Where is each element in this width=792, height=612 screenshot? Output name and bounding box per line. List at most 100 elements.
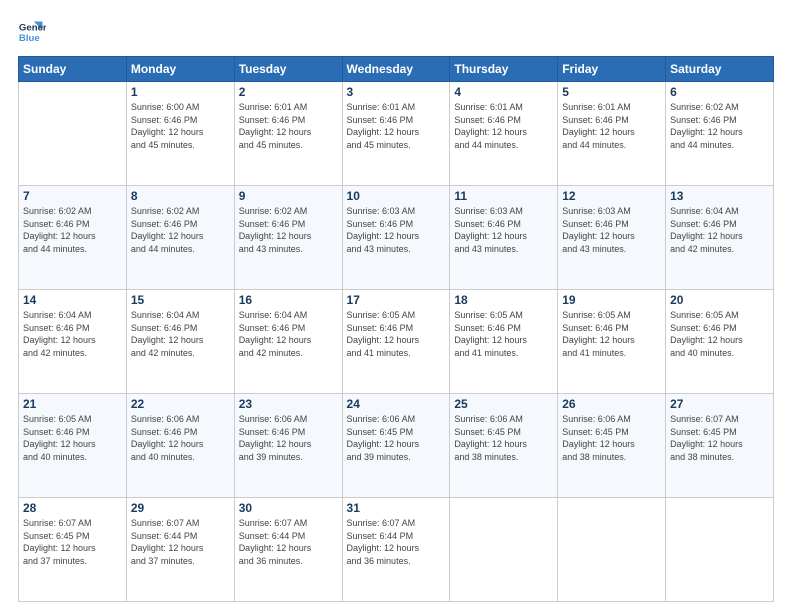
calendar-cell: 28 Sunrise: 6:07 AM Sunset: 6:45 PM Dayli… [19,498,127,602]
day-info: Sunrise: 6:04 AM Sunset: 6:46 PM Dayligh… [131,309,230,359]
day-header-thursday: Thursday [450,57,558,82]
day-info: Sunrise: 6:02 AM Sunset: 6:46 PM Dayligh… [670,101,769,151]
calendar-cell: 2 Sunrise: 6:01 AM Sunset: 6:46 PM Daylig… [234,82,342,186]
day-info: Sunrise: 6:03 AM Sunset: 6:46 PM Dayligh… [347,205,446,255]
calendar-cell: 23 Sunrise: 6:06 AM Sunset: 6:46 PM Dayli… [234,394,342,498]
svg-text:Blue: Blue [19,33,40,44]
day-number: 19 [562,293,661,307]
day-number: 15 [131,293,230,307]
day-number: 5 [562,85,661,99]
day-info: Sunrise: 6:01 AM Sunset: 6:46 PM Dayligh… [454,101,553,151]
day-info: Sunrise: 6:03 AM Sunset: 6:46 PM Dayligh… [454,205,553,255]
day-header-sunday: Sunday [19,57,127,82]
calendar-cell: 18 Sunrise: 6:05 AM Sunset: 6:46 PM Dayli… [450,290,558,394]
calendar-cell: 12 Sunrise: 6:03 AM Sunset: 6:46 PM Dayli… [558,186,666,290]
day-number: 21 [23,397,122,411]
day-header-tuesday: Tuesday [234,57,342,82]
week-row-2: 7 Sunrise: 6:02 AM Sunset: 6:46 PM Daylig… [19,186,774,290]
day-info: Sunrise: 6:07 AM Sunset: 6:44 PM Dayligh… [239,517,338,567]
day-info: Sunrise: 6:04 AM Sunset: 6:46 PM Dayligh… [23,309,122,359]
day-info: Sunrise: 6:07 AM Sunset: 6:44 PM Dayligh… [347,517,446,567]
calendar-cell: 10 Sunrise: 6:03 AM Sunset: 6:46 PM Dayli… [342,186,450,290]
week-row-1: 1 Sunrise: 6:00 AM Sunset: 6:46 PM Daylig… [19,82,774,186]
day-number: 1 [131,85,230,99]
day-header-friday: Friday [558,57,666,82]
day-number: 10 [347,189,446,203]
calendar-cell: 8 Sunrise: 6:02 AM Sunset: 6:46 PM Daylig… [126,186,234,290]
day-header-saturday: Saturday [666,57,774,82]
calendar-cell: 26Sunrise: 6:06 AM Sunset: 6:45 PM Dayli… [558,394,666,498]
day-info: Sunrise: 6:05 AM Sunset: 6:46 PM Dayligh… [454,309,553,359]
calendar-cell: 4Sunrise: 6:01 AM Sunset: 6:46 PM Daylig… [450,82,558,186]
day-info: Sunrise: 6:05 AM Sunset: 6:46 PM Dayligh… [23,413,122,463]
day-number: 11 [454,189,553,203]
day-number: 14 [23,293,122,307]
day-number: 22 [131,397,230,411]
calendar-cell: 11 Sunrise: 6:03 AM Sunset: 6:46 PM Dayli… [450,186,558,290]
day-number: 27 [670,397,769,411]
calendar-cell [450,498,558,602]
day-number: 16 [239,293,338,307]
calendar-cell: 6 Sunrise: 6:02 AM Sunset: 6:46 PM Daylig… [666,82,774,186]
day-info: Sunrise: 6:03 AM Sunset: 6:46 PM Dayligh… [562,205,661,255]
calendar-cell: 16 Sunrise: 6:04 AM Sunset: 6:46 PM Dayli… [234,290,342,394]
day-number: 7 [23,189,122,203]
week-row-3: 14 Sunrise: 6:04 AM Sunset: 6:46 PM Dayli… [19,290,774,394]
page: General Blue SundayMondayTuesdayWednesda… [0,0,792,612]
calendar-cell [558,498,666,602]
calendar-cell: 24 Sunrise: 6:06 AM Sunset: 6:45 PM Dayli… [342,394,450,498]
day-info: Sunrise: 6:04 AM Sunset: 6:46 PM Dayligh… [239,309,338,359]
day-info: Sunrise: 6:05 AM Sunset: 6:46 PM Dayligh… [670,309,769,359]
day-info: Sunrise: 6:01 AM Sunset: 6:46 PM Dayligh… [562,101,661,151]
calendar-cell: 21 Sunrise: 6:05 AM Sunset: 6:46 PM Dayli… [19,394,127,498]
day-number: 24 [347,397,446,411]
day-number: 20 [670,293,769,307]
day-info: Sunrise: 6:07 AM Sunset: 6:44 PM Dayligh… [131,517,230,567]
day-info: Sunrise: 6:01 AM Sunset: 6:46 PM Dayligh… [239,101,338,151]
day-number: 25 [454,397,553,411]
day-number: 6 [670,85,769,99]
day-info: Sunrise: 6:07 AM Sunset: 6:45 PM Dayligh… [23,517,122,567]
day-number: 8 [131,189,230,203]
day-info: Sunrise: 6:06 AM Sunset: 6:45 PM Dayligh… [347,413,446,463]
calendar-cell: 19 Sunrise: 6:05 AM Sunset: 6:46 PM Dayli… [558,290,666,394]
day-number: 31 [347,501,446,515]
calendar-cell: 25Sunrise: 6:06 AM Sunset: 6:45 PM Dayli… [450,394,558,498]
day-header-wednesday: Wednesday [342,57,450,82]
day-number: 28 [23,501,122,515]
calendar-cell: 20 Sunrise: 6:05 AM Sunset: 6:46 PM Dayli… [666,290,774,394]
day-info: Sunrise: 6:05 AM Sunset: 6:46 PM Dayligh… [562,309,661,359]
day-number: 12 [562,189,661,203]
calendar-cell: 17Sunrise: 6:05 AM Sunset: 6:46 PM Dayli… [342,290,450,394]
day-number: 23 [239,397,338,411]
calendar-cell: 29 Sunrise: 6:07 AM Sunset: 6:44 PM Dayli… [126,498,234,602]
calendar-cell: 14 Sunrise: 6:04 AM Sunset: 6:46 PM Dayli… [19,290,127,394]
day-info: Sunrise: 6:02 AM Sunset: 6:46 PM Dayligh… [23,205,122,255]
header: General Blue [18,18,774,46]
calendar-cell: 30 Sunrise: 6:07 AM Sunset: 6:44 PM Dayli… [234,498,342,602]
day-number: 29 [131,501,230,515]
day-info: Sunrise: 6:00 AM Sunset: 6:46 PM Dayligh… [131,101,230,151]
week-row-4: 21 Sunrise: 6:05 AM Sunset: 6:46 PM Dayli… [19,394,774,498]
calendar-cell [666,498,774,602]
calendar-cell: 5 Sunrise: 6:01 AM Sunset: 6:46 PM Daylig… [558,82,666,186]
day-number: 2 [239,85,338,99]
day-number: 30 [239,501,338,515]
calendar-cell: 22Sunrise: 6:06 AM Sunset: 6:46 PM Dayli… [126,394,234,498]
calendar-cell: 7 Sunrise: 6:02 AM Sunset: 6:46 PM Daylig… [19,186,127,290]
day-info: Sunrise: 6:02 AM Sunset: 6:46 PM Dayligh… [239,205,338,255]
day-info: Sunrise: 6:06 AM Sunset: 6:46 PM Dayligh… [239,413,338,463]
day-number: 3 [347,85,446,99]
calendar-table: SundayMondayTuesdayWednesdayThursdayFrid… [18,56,774,602]
svg-text:General: General [19,22,46,33]
day-info: Sunrise: 6:02 AM Sunset: 6:46 PM Dayligh… [131,205,230,255]
calendar-cell: 15 Sunrise: 6:04 AM Sunset: 6:46 PM Dayli… [126,290,234,394]
calendar-cell [19,82,127,186]
calendar-cell: 3Sunrise: 6:01 AM Sunset: 6:46 PM Daylig… [342,82,450,186]
day-info: Sunrise: 6:04 AM Sunset: 6:46 PM Dayligh… [670,205,769,255]
calendar-cell: 13 Sunrise: 6:04 AM Sunset: 6:46 PM Dayli… [666,186,774,290]
day-info: Sunrise: 6:05 AM Sunset: 6:46 PM Dayligh… [347,309,446,359]
day-number: 13 [670,189,769,203]
calendar-cell: 1 Sunrise: 6:00 AM Sunset: 6:46 PM Daylig… [126,82,234,186]
day-number: 18 [454,293,553,307]
